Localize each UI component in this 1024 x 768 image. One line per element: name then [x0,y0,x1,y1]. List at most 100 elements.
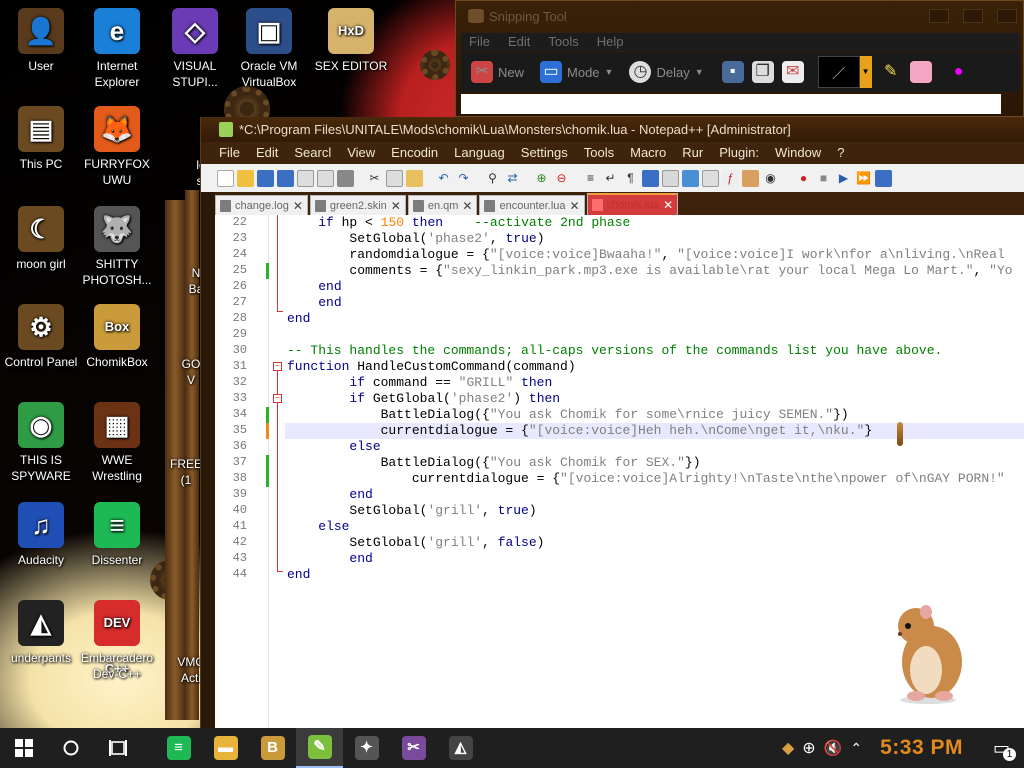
desktop-icon[interactable]: ⚙ Control Panel [0,304,82,370]
zoom-out-icon[interactable]: ⊖ [553,170,570,187]
function-list-icon[interactable] [702,169,719,187]
desktop-icon[interactable]: ≡ Dissenter [76,502,158,568]
desktop-icon[interactable]: DEV C++ Embarcadero Dev-C++ [76,600,158,682]
task-view-button[interactable] [94,728,141,768]
paste-icon[interactable] [406,169,423,187]
desktop-icon[interactable]: 👤 User [0,8,82,74]
run-macro-multiple-icon[interactable]: ⏩ [855,170,872,187]
tab-en-qm[interactable]: en.qm ✕ [407,195,478,215]
notification-center-button[interactable]: ▭ 1 [993,738,1016,761]
word-wrap-icon[interactable]: ↵ [602,170,619,187]
menu-edit[interactable]: Edit [256,142,278,164]
menu-file[interactable]: File [469,33,490,51]
menu-settings[interactable]: Settings [521,142,568,164]
menu-encoding[interactable]: Encodin [391,142,438,164]
sync-scroll-icon[interactable]: ≡ [582,170,599,187]
maximize-button[interactable] [963,9,983,23]
menu-edit[interactable]: Edit [508,33,530,51]
desktop-icon[interactable]: Box ChomikBox [76,304,158,370]
highlighter-icon[interactable]: ✎ [880,61,902,83]
menu-run[interactable]: Rur [682,142,703,164]
start-button[interactable] [0,728,47,768]
copy-icon[interactable]: ❐ [751,61,774,83]
chevron-up-icon[interactable]: ⌃ [850,740,862,757]
save-icon[interactable] [257,169,274,187]
close-button[interactable] [997,9,1017,23]
paint3d-icon[interactable]: ● [948,61,970,83]
zoom-in-icon[interactable]: ⊕ [533,170,550,187]
desktop-icon[interactable]: 🐺 SHITTY PHOTOSH... [76,206,158,288]
menu-search[interactable]: Searcl [294,142,331,164]
taskbar-app-unity[interactable]: ◭ [437,728,484,768]
taskbar-app-shitty-photoshop[interactable]: ✦ [343,728,390,768]
close-icon[interactable]: ✕ [663,198,673,212]
monitor-icon[interactable]: ◉ [762,170,779,187]
pen-dropdown-button[interactable]: ▼ [859,56,872,88]
clock[interactable]: 5:33 PM [880,736,963,760]
undo-icon[interactable]: ↶ [435,170,452,187]
close-icon[interactable]: ✕ [462,199,472,213]
taskbar-app-chomikbox[interactable]: B [249,728,296,768]
udl-icon[interactable] [662,169,679,187]
hamster-pet[interactable] [886,596,970,704]
show-all-chars-icon[interactable]: ¶ [622,170,639,187]
open-file-icon[interactable] [237,169,254,187]
desktop-icon[interactable]: 🦊 FURRYFOX UWU [76,106,158,188]
doc-map-icon[interactable] [682,169,699,187]
print-icon[interactable] [337,169,354,187]
fold-toggle[interactable]: − [273,394,282,403]
close-file-icon[interactable] [297,169,314,187]
menu-view[interactable]: View [347,142,375,164]
tab-chomik-lua[interactable]: chomik.lua ✕ [586,193,679,215]
close-icon[interactable]: ✕ [293,199,303,213]
desktop-icon[interactable]: HxD SEX EDITOR [310,8,392,74]
ubuntu-one-icon[interactable]: ◆ [782,738,794,758]
menu-help[interactable]: Help [597,33,624,51]
indent-guide-icon[interactable] [642,169,659,187]
pen-icon[interactable]: ／ [817,56,860,88]
eraser-icon[interactable] [909,61,932,83]
desktop-icon[interactable]: ▣ Oracle VM VirtualBox [228,8,310,90]
tab-encounter-lua[interactable]: encounter.lua ✕ [479,195,585,215]
close-all-icon[interactable] [317,169,334,187]
save-macro-icon[interactable] [875,169,892,187]
desktop-icon[interactable]: e Internet Explorer [76,8,158,90]
tab-change-log[interactable]: change.log ✕ [215,195,308,215]
cut-icon[interactable]: ✂ [366,170,383,187]
minimize-button[interactable] [929,9,949,23]
menu-window[interactable]: Window [775,142,821,164]
save-icon[interactable]: ▪ [721,61,744,83]
tab-green2-skin[interactable]: green2.skin ✕ [309,195,406,215]
save-all-icon[interactable] [277,169,294,187]
folder-icon[interactable] [742,169,759,187]
close-icon[interactable]: ✕ [391,199,401,213]
taskbar-app-notepadpp[interactable]: ✎ [296,728,343,768]
menu-tools[interactable]: Tools [584,142,614,164]
taskbar-app-snipping-tool[interactable]: ✂ [390,728,437,768]
stop-macro-icon[interactable]: ■ [815,170,832,187]
fold-toggle[interactable]: − [273,362,282,371]
record-macro-icon[interactable]: ● [795,170,812,187]
desktop-icon[interactable]: ☾ moon girl [0,206,82,272]
desktop-icon[interactable]: ◭ underpants [0,600,82,666]
search-button[interactable] [47,728,94,768]
copy-icon[interactable] [386,169,403,187]
menu-plugins[interactable]: Plugin: [719,142,759,164]
volume-muted-icon[interactable]: 🔇 [824,739,843,757]
network-icon[interactable]: ⊕ [802,738,815,758]
menu-help[interactable]: ? [837,142,844,164]
menu-tools[interactable]: Tools [548,33,578,51]
send-snip-icon[interactable]: ✉ [781,61,804,83]
delay-button[interactable]: ◷ Delay ▼ [629,61,704,83]
find-icon[interactable]: ⚲ [484,170,501,187]
menu-file[interactable]: File [219,142,240,164]
taskbar-app-dissenter[interactable]: ≡ [155,728,202,768]
mode-button[interactable]: ▭ Mode ▼ [540,61,613,83]
menu-language[interactable]: Languag [454,142,505,164]
desktop-icon[interactable]: ◉ THIS IS SPYWARE [0,402,82,484]
desktop-icon[interactable]: ♫ Audacity [0,502,82,568]
close-icon[interactable]: ✕ [570,199,580,213]
notepadpp-titlebar[interactable]: *C:\Program Files\UNITALE\Mods\chomik\Lu… [201,117,1024,142]
replace-icon[interactable]: ⇄ [504,170,521,187]
play-macro-icon[interactable]: ▶ [835,170,852,187]
